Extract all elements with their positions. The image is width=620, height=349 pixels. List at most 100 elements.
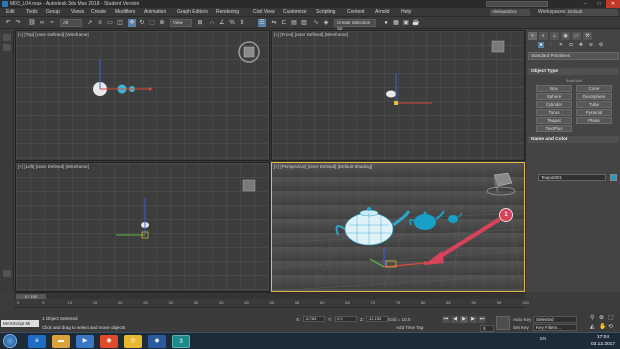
hierarchy-tab-icon[interactable]: ⊥ <box>550 32 559 40</box>
unlink-icon[interactable]: ∞ <box>38 19 46 27</box>
fov-icon[interactable]: ◭ <box>590 323 595 330</box>
link-icon[interactable]: ⛓ <box>28 19 36 27</box>
menu-edit[interactable]: Edit <box>6 9 15 15</box>
account-dropdown[interactable]: Aleksandrov <box>490 9 530 16</box>
key-filters-button[interactable]: Key Filters... <box>533 324 577 331</box>
play-icon[interactable]: ▶ <box>460 316 468 323</box>
named-selection-sets-dropdown[interactable]: Create Selection Se <box>334 19 376 31</box>
object-color-swatch[interactable] <box>610 174 617 181</box>
minimize-icon[interactable]: – <box>578 0 592 8</box>
menu-modifiers[interactable]: Modifiers <box>115 9 135 15</box>
teapot-button[interactable]: Teapot <box>536 117 572 124</box>
track-bar[interactable]: 0 5 10 15 20 25 30 35 40 45 50 55 60 65 70 75 80 85 90 95 10… <box>14 299 529 308</box>
firefox-icon[interactable]: ◉ <box>100 335 118 348</box>
viewport-left[interactable]: [+] [Left] [User Defined] [Wireframe] <box>15 162 270 292</box>
autogrid-checkbox[interactable]: AutoGrid <box>566 78 582 83</box>
schematic-view-icon[interactable]: ◈ <box>322 19 330 27</box>
media-player-icon[interactable]: ▶ <box>76 335 94 348</box>
cone-button[interactable]: Cone <box>576 85 612 92</box>
layout-tab-1[interactable] <box>3 34 11 41</box>
file-explorer-icon[interactable]: ▬ <box>52 335 70 348</box>
maxscript-listener[interactable]: MAXScript Mi <box>1 320 39 327</box>
cylinder-button[interactable]: Cylinder <box>536 101 572 108</box>
app-logo-icon[interactable] <box>2 1 8 7</box>
material-editor-icon[interactable]: ● <box>382 19 390 27</box>
language-indicator[interactable]: EN <box>540 336 546 341</box>
edit-named-sets-icon[interactable]: ☰ <box>258 19 266 27</box>
systems-icon[interactable]: ⚙ <box>598 42 604 48</box>
lights-icon[interactable]: ☀ <box>558 42 564 48</box>
primitive-category-dropdown[interactable]: Standard Primitives <box>528 52 619 60</box>
selection-filter-dropdown[interactable]: All <box>60 19 82 27</box>
x-coordinate-field[interactable]: -6,784 <box>303 316 325 322</box>
menu-group[interactable]: Group <box>46 9 60 15</box>
select-by-name-icon[interactable]: ≡ <box>96 19 104 27</box>
ref-coord-dropdown[interactable]: View <box>170 19 192 27</box>
place-icon[interactable]: ⊕ <box>158 19 166 27</box>
z-coordinate-field[interactable]: -11,153 <box>366 316 388 322</box>
toggle-layer-explorer-icon[interactable]: ▥ <box>300 19 308 27</box>
zoom-icon[interactable]: ⚲ <box>590 314 594 321</box>
search-input[interactable] <box>486 1 548 7</box>
viewport-perspective[interactable]: [+] [Perspective] [User Defined] [Defaul… <box>271 162 525 292</box>
rect-selection-icon[interactable]: ▭ <box>106 19 114 27</box>
select-rotate-icon[interactable]: ↻ <box>138 19 146 27</box>
time-slider[interactable]: 0 / 100 <box>14 292 525 299</box>
geosphere-button[interactable]: GeoSphere <box>576 93 612 100</box>
key-selection-dropdown[interactable]: Selected <box>533 316 577 323</box>
torus-button[interactable]: Torus <box>536 109 572 116</box>
undo-icon[interactable]: ↶ <box>4 19 12 27</box>
mirror-icon[interactable]: ⇋ <box>270 19 278 27</box>
chrome-icon[interactable]: ◎ <box>124 335 142 348</box>
add-time-tag[interactable]: Add Time Tag <box>396 325 423 330</box>
menu-customize[interactable]: Customize <box>283 9 307 15</box>
set-key-icon[interactable] <box>496 316 510 330</box>
app-icon[interactable]: ◆ <box>148 335 166 348</box>
maximize-icon[interactable]: □ <box>592 0 606 8</box>
tube-button[interactable]: Tube <box>576 101 612 108</box>
viewport-top[interactable]: [+] [Top] [User Defined] [Wireframe] <box>15 30 270 161</box>
create-tab-icon[interactable]: + <box>528 32 537 40</box>
align-icon[interactable]: ⊏ <box>280 19 288 27</box>
select-scale-icon[interactable]: ⬚ <box>148 19 156 27</box>
select-move-icon[interactable]: ✥ <box>128 19 136 27</box>
menu-rendering[interactable]: Rendering <box>216 9 239 15</box>
space-warps-icon[interactable]: ≋ <box>588 42 594 48</box>
bind-space-warp-icon[interactable]: ≈ <box>48 19 56 27</box>
pivot-center-icon[interactable]: ⊞ <box>196 19 204 27</box>
zoom-all-icon[interactable]: ⊕ <box>599 314 604 321</box>
motion-tab-icon[interactable]: ◉ <box>561 32 570 40</box>
menu-civil-view[interactable]: Civil View <box>253 9 275 15</box>
start-button-icon[interactable] <box>3 334 17 348</box>
pan-icon[interactable]: ✋ <box>599 323 606 330</box>
menu-views[interactable]: Views <box>71 9 84 15</box>
viewport-front[interactable]: [+] [Front] [User Defined] [Wireframe] <box>271 30 525 161</box>
ie-icon[interactable]: e <box>28 335 46 348</box>
layout-expand-icon[interactable] <box>3 270 11 277</box>
select-object-icon[interactable]: ➚ <box>86 19 94 27</box>
percent-snap-icon[interactable]: % <box>228 19 236 27</box>
toggle-scene-explorer-icon[interactable]: ▤ <box>290 19 298 27</box>
render-setup-icon[interactable]: ▦ <box>392 19 400 27</box>
previous-frame-icon[interactable]: ◀ <box>451 316 459 323</box>
utilities-tab-icon[interactable]: ⚒ <box>583 32 592 40</box>
menu-content[interactable]: Content <box>347 9 365 15</box>
go-to-start-icon[interactable]: ⏮ <box>442 316 450 323</box>
menu-scripting[interactable]: Scripting <box>316 9 335 15</box>
workspace-dropdown[interactable]: Default <box>566 9 618 16</box>
curve-editor-icon[interactable]: ∿ <box>312 19 320 27</box>
close-icon[interactable]: ✕ <box>606 0 620 8</box>
plane-button[interactable]: Plane <box>576 117 612 124</box>
geometry-icon[interactable]: ● <box>538 42 544 48</box>
menu-help[interactable]: Help <box>401 9 411 15</box>
display-tab-icon[interactable]: ▭ <box>572 32 581 40</box>
rendered-frame-window-icon[interactable]: ▣ <box>402 19 410 27</box>
helpers-icon[interactable]: ✚ <box>578 42 584 48</box>
y-coordinate-field[interactable]: 0,0 <box>335 316 357 322</box>
menu-animation[interactable]: Animation <box>144 9 166 15</box>
sphere-button[interactable]: Sphere <box>536 93 572 100</box>
menu-create[interactable]: Create <box>91 9 106 15</box>
cameras-icon[interactable]: ◘ <box>568 42 574 48</box>
zoom-extents-icon[interactable]: ⬚ <box>608 314 614 321</box>
menu-graph-editors[interactable]: Graph Editors <box>177 9 208 15</box>
